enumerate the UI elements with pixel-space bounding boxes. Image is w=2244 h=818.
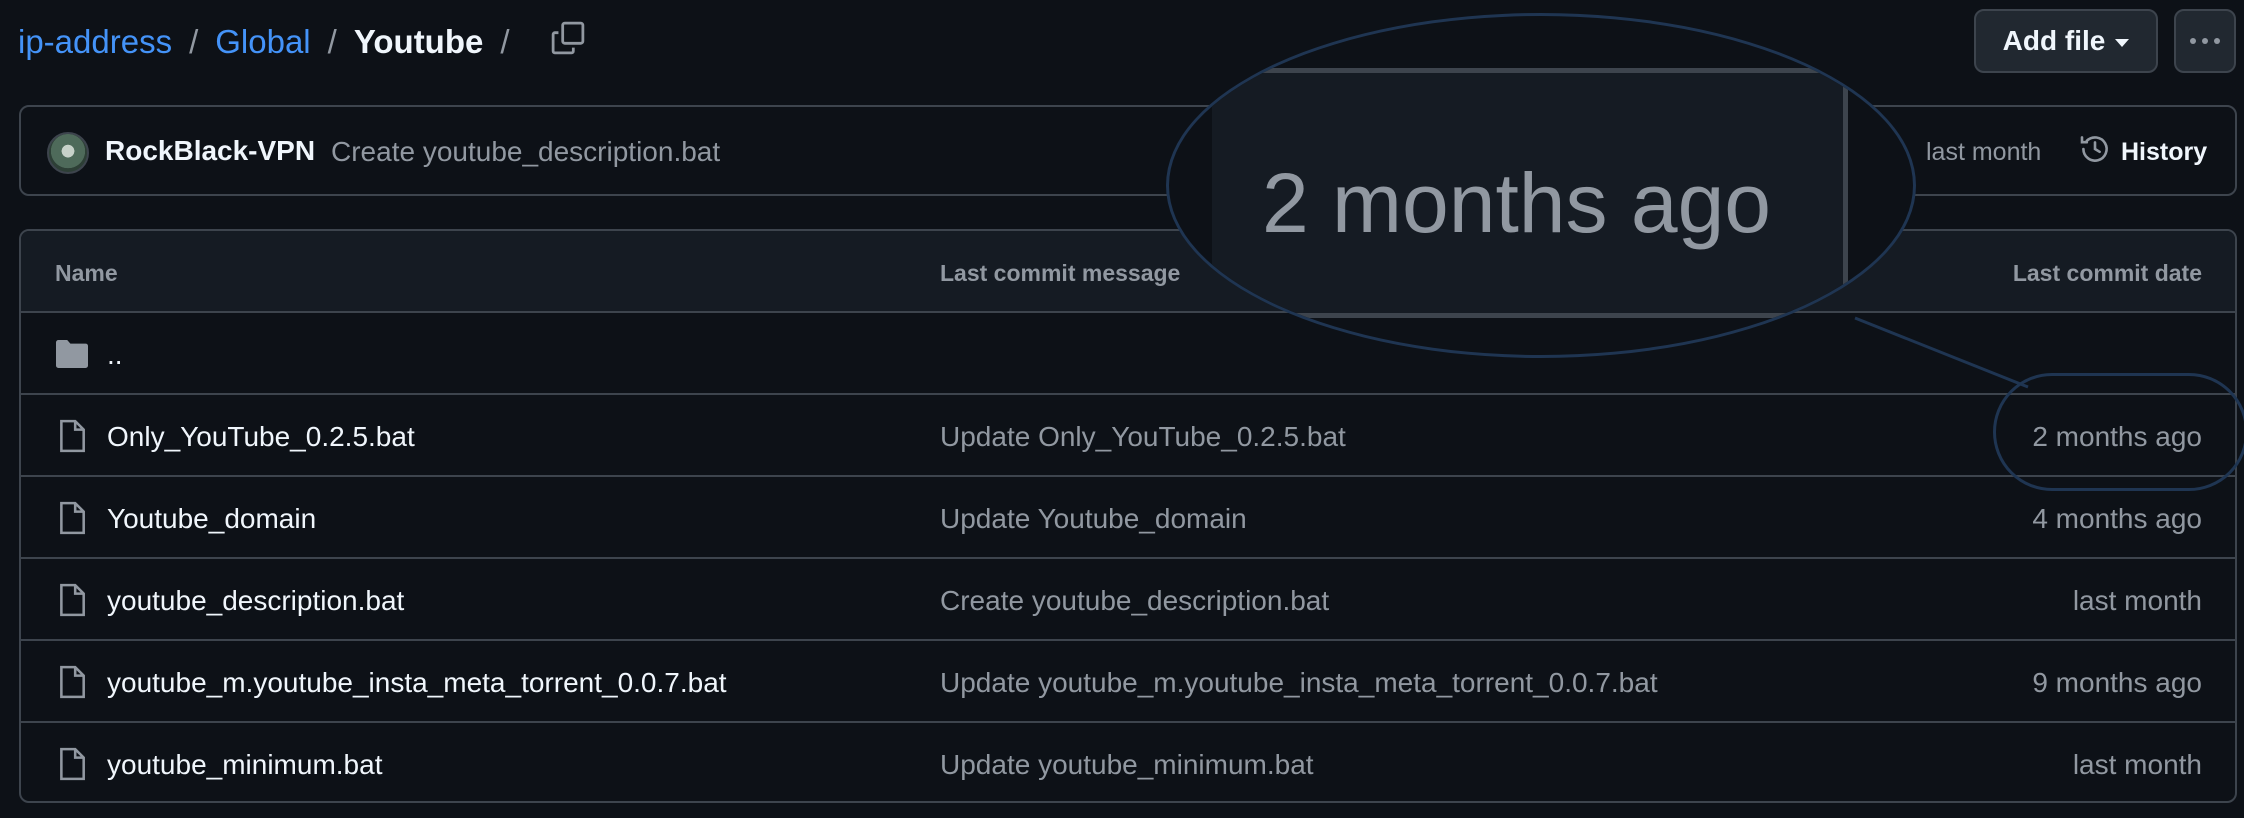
file-commit-date: last month (2072, 749, 2202, 780)
table-row: youtube_minimum.bat Update youtube_minim… (21, 723, 2235, 801)
file-name-link[interactable]: youtube_m.youtube_insta_meta_torrent_0.0… (107, 667, 727, 699)
add-file-button[interactable]: Add file (1974, 9, 2158, 73)
add-file-label: Add file (2002, 25, 2106, 56)
file-commit-message-link[interactable]: Update Youtube_domain (940, 503, 1247, 535)
commit-time: last month (1926, 138, 2042, 166)
parent-directory-row[interactable]: .. (21, 313, 2235, 395)
table-row: youtube_m.youtube_insta_meta_torrent_0.0… (21, 641, 2235, 723)
breadcrumb-separator: / (327, 23, 337, 60)
history-label: History (2121, 137, 2208, 166)
chevron-down-icon (2115, 39, 2130, 47)
header-bar: ip-address / Global / Youtube / Add file (0, 0, 2244, 84)
column-header-date: Last commit date (2012, 260, 2202, 286)
breadcrumb: ip-address / Global / Youtube / (18, 18, 527, 66)
file-commit-message-link[interactable]: Update Only_YouTube_0.2.5.bat (940, 421, 1346, 453)
breadcrumb-repo-link[interactable]: ip-address (18, 23, 172, 61)
breadcrumb-separator: / (500, 23, 510, 60)
table-header: Name Last commit message Last commit dat… (21, 231, 2235, 313)
magnifier-zoomed-text: 2 months ago (1262, 156, 1772, 250)
avatar[interactable] (47, 132, 89, 174)
table-row: Youtube_domain Update Youtube_domain 4 m… (21, 477, 2235, 559)
file-icon (55, 665, 89, 699)
file-name-link[interactable]: Youtube_domain (107, 503, 316, 535)
callout-highlight-ring (1993, 373, 2244, 491)
file-commit-date: 4 months ago (2032, 503, 2202, 534)
magnifier-callout: 2 months ago (1166, 13, 1916, 358)
column-header-message: Last commit message (940, 260, 1181, 286)
file-name-link[interactable]: youtube_minimum.bat (107, 749, 382, 781)
file-commit-message-link[interactable]: Create youtube_description.bat (940, 585, 1329, 617)
copy-icon (551, 21, 585, 60)
table-row: youtube_description.bat Create youtube_d… (21, 559, 2235, 641)
file-icon (55, 501, 89, 535)
file-icon (55, 747, 89, 781)
breadcrumb-folder-link[interactable]: Global (215, 23, 310, 61)
commit-message-link[interactable]: Create youtube_description.bat (331, 136, 720, 168)
file-table: Name Last commit message Last commit dat… (19, 229, 2237, 803)
breadcrumb-current: Youtube (353, 23, 484, 60)
file-commit-message-link[interactable]: Update youtube_minimum.bat (940, 749, 1314, 781)
magnifier-zoomed-cell: 2 months ago (1212, 68, 1848, 318)
history-icon (2079, 133, 2111, 172)
breadcrumb-separator: / (189, 23, 199, 60)
file-name-link[interactable]: Only_YouTube_0.2.5.bat (107, 421, 415, 453)
table-row: Only_YouTube_0.2.5.bat Update Only_YouTu… (21, 395, 2235, 477)
file-commit-message-link[interactable]: Update youtube_m.youtube_insta_meta_torr… (940, 667, 1658, 699)
file-commit-date: last month (2072, 585, 2202, 616)
column-header-name: Name (55, 260, 118, 286)
copy-path-button[interactable] (548, 20, 588, 60)
history-button[interactable]: History (2079, 127, 2207, 177)
file-icon (55, 419, 89, 453)
file-commit-date: 9 months ago (2032, 667, 2202, 698)
file-icon (55, 583, 89, 617)
kebab-horizontal-icon (2190, 38, 2220, 44)
folder-icon (55, 337, 89, 371)
commit-author-link[interactable]: RockBlack-VPN (105, 135, 315, 167)
file-name-link[interactable]: youtube_description.bat (107, 585, 404, 617)
parent-directory-link[interactable]: .. (107, 339, 123, 371)
more-options-button[interactable] (2174, 9, 2236, 73)
